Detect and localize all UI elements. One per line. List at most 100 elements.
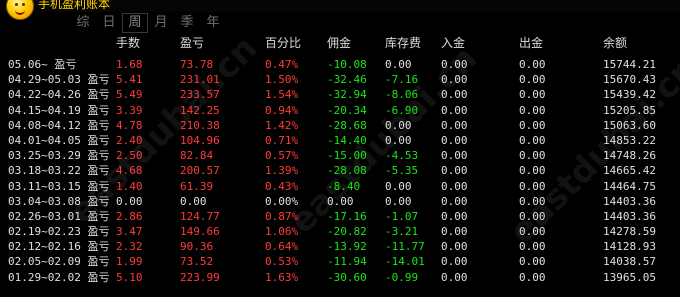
tab-day[interactable]: 日	[96, 13, 122, 33]
row-balance: 13965.05	[603, 270, 656, 284]
table-row[interactable]: 02.05~02.09 盈亏 1.99 73.52 0.53% -11.94 -14.01…	[0, 254, 680, 269]
row-commission: -11.94	[327, 255, 367, 269]
row-inventory-fee: -11.77	[385, 240, 425, 254]
weekly-pnl-table: 05.06~ 盈亏 1.68 73.78 0.47% -10.08 0.00 0.00 0.0…	[0, 57, 680, 285]
row-date: 04.29~05.03 盈亏	[8, 73, 110, 87]
row-commission: -32.46	[327, 73, 367, 87]
row-qty: 3.39	[116, 103, 143, 117]
row-deposit: 0.00	[441, 225, 468, 239]
row-date: 02.19~02.23 盈亏	[8, 225, 110, 239]
table-row[interactable]: 03.25~03.29 盈亏 2.50 82.84 0.57% -15.00 -4.53 0…	[0, 148, 680, 163]
header-pct: 百分比	[265, 36, 302, 50]
row-qty: 2.86	[116, 209, 143, 223]
row-date: 03.18~03.22 盈亏	[8, 164, 110, 178]
table-row[interactable]: 02.19~02.23 盈亏 3.47 149.66 1.06% -20.82 -3.21…	[0, 224, 680, 239]
table-row[interactable]: 01.29~02.02 盈亏 5.10 223.99 1.63% -30.60 -0.99…	[0, 270, 680, 285]
row-withdraw: 0.00	[519, 194, 546, 208]
row-pct: 0.87%	[265, 209, 299, 223]
row-date: 02.05~02.09 盈亏	[8, 255, 110, 269]
table-row[interactable]: 04.08~04.12 盈亏 4.78 210.38 1.42% -28.68 0.00 0…	[0, 118, 680, 133]
table-row[interactable]: 03.18~03.22 盈亏 4.68 200.57 1.39% -28.08 -5.35…	[0, 163, 680, 178]
row-inventory-fee: 0.00	[385, 118, 412, 132]
row-commission: -17.16	[327, 209, 367, 223]
period-tabs: 综 日 周 月 季 年	[70, 13, 226, 33]
row-pnl: 231.01	[180, 73, 220, 87]
row-balance: 15744.21	[603, 58, 656, 71]
row-date: 04.08~04.12 盈亏	[8, 118, 110, 132]
table-row[interactable]: 03.04~03.08 盈亏 0.00 0.00 0.00% 0.00 0.00 0.00 0…	[0, 194, 680, 209]
row-withdraw: 0.00	[519, 209, 546, 223]
row-balance: 14853.22	[603, 133, 656, 147]
table-row[interactable]: 04.29~05.03 盈亏 5.41 231.01 1.50% -32.46 -7.16…	[0, 72, 680, 87]
table-row[interactable]: 04.01~04.05 盈亏 2.40 104.96 0.71% -14.40 0.00 0…	[0, 133, 680, 148]
row-qty: 2.40	[116, 133, 143, 147]
row-commission: -13.92	[327, 240, 367, 254]
table-row[interactable]: 05.06~ 盈亏 1.68 73.78 0.47% -10.08 0.00 0.00 0.0…	[0, 57, 680, 72]
row-pct: 0.43%	[265, 179, 299, 193]
row-deposit: 0.00	[441, 179, 468, 193]
row-deposit: 0.00	[441, 164, 468, 178]
row-withdraw: 0.00	[519, 103, 546, 117]
row-date: 02.12~02.16 盈亏	[8, 240, 110, 254]
table-row[interactable]: 02.12~02.16 盈亏 2.32 90.36 0.64% -13.92 -11.77…	[0, 239, 680, 254]
row-qty: 3.47	[116, 225, 143, 239]
row-pct: 0.57%	[265, 149, 299, 163]
header-balance: 余额	[603, 36, 628, 50]
table-row[interactable]: 04.15~04.19 盈亏 3.39 142.25 0.94% -20.34 -6.90…	[0, 103, 680, 118]
row-withdraw: 0.00	[519, 149, 546, 163]
table-header: 手数 盈亏 百分比 佣金 库存费 入金 出金 余额	[0, 36, 680, 54]
header-inventory-fee: 库存费	[385, 36, 422, 50]
row-deposit: 0.00	[441, 118, 468, 132]
row-qty: 5.41	[116, 73, 143, 87]
row-balance: 14038.57	[603, 255, 656, 269]
table-row[interactable]: 02.26~03.01 盈亏 2.86 124.77 0.87% -17.16 -1.07…	[0, 209, 680, 224]
tab-month[interactable]: 月	[148, 13, 174, 33]
row-pnl: 0.00	[180, 194, 207, 208]
row-date: 03.04~03.08 盈亏	[8, 194, 110, 208]
row-qty: 4.78	[116, 118, 143, 132]
tab-year[interactable]: 年	[200, 13, 226, 33]
tab-week[interactable]: 周	[122, 13, 148, 33]
row-commission: -30.60	[327, 270, 367, 284]
row-commission: -14.40	[327, 133, 367, 147]
table-row[interactable]: 04.22~04.26 盈亏 5.49 233.57 1.54% -32.94 -8.06…	[0, 87, 680, 102]
header-qty: 手数	[116, 36, 141, 50]
smiley-logo-icon	[6, 0, 34, 20]
row-pnl: 73.52	[180, 255, 214, 269]
row-balance: 14278.59	[603, 225, 656, 239]
row-qty: 4.68	[116, 164, 143, 178]
row-pct: 1.63%	[265, 270, 299, 284]
row-pct: 1.54%	[265, 88, 299, 102]
row-pnl: 82.84	[180, 149, 214, 163]
row-deposit: 0.00	[441, 73, 468, 87]
row-withdraw: 0.00	[519, 118, 546, 132]
row-pnl: 200.57	[180, 164, 220, 178]
row-commission: 0.00	[327, 194, 354, 208]
row-deposit: 0.00	[441, 209, 468, 223]
tab-overview[interactable]: 综	[70, 13, 96, 33]
row-withdraw: 0.00	[519, 133, 546, 147]
row-balance: 15670.43	[603, 73, 656, 87]
row-qty: 1.99	[116, 255, 143, 269]
row-withdraw: 0.00	[519, 255, 546, 269]
row-withdraw: 0.00	[519, 88, 546, 102]
row-date: 02.26~03.01 盈亏	[8, 209, 110, 223]
row-inventory-fee: 0.00	[385, 58, 412, 71]
row-deposit: 0.00	[441, 255, 468, 269]
row-inventory-fee: -3.21	[385, 225, 419, 239]
row-deposit: 0.00	[441, 270, 468, 284]
row-pnl: 142.25	[180, 103, 220, 117]
row-pct: 0.00%	[265, 194, 299, 208]
row-withdraw: 0.00	[519, 179, 546, 193]
row-inventory-fee: -8.06	[385, 88, 419, 102]
table-row[interactable]: 03.11~03.15 盈亏 1.40 61.39 0.43% -8.40 0.00 0.0…	[0, 179, 680, 194]
row-pnl: 90.36	[180, 240, 214, 254]
row-commission: -32.94	[327, 88, 367, 102]
row-pnl: 104.96	[180, 133, 220, 147]
row-qty: 5.10	[116, 270, 143, 284]
row-pct: 0.64%	[265, 240, 299, 254]
row-pnl: 124.77	[180, 209, 220, 223]
row-inventory-fee: -6.90	[385, 103, 419, 117]
tab-quarter[interactable]: 季	[174, 13, 200, 33]
row-inventory-fee: 0.00	[385, 194, 412, 208]
